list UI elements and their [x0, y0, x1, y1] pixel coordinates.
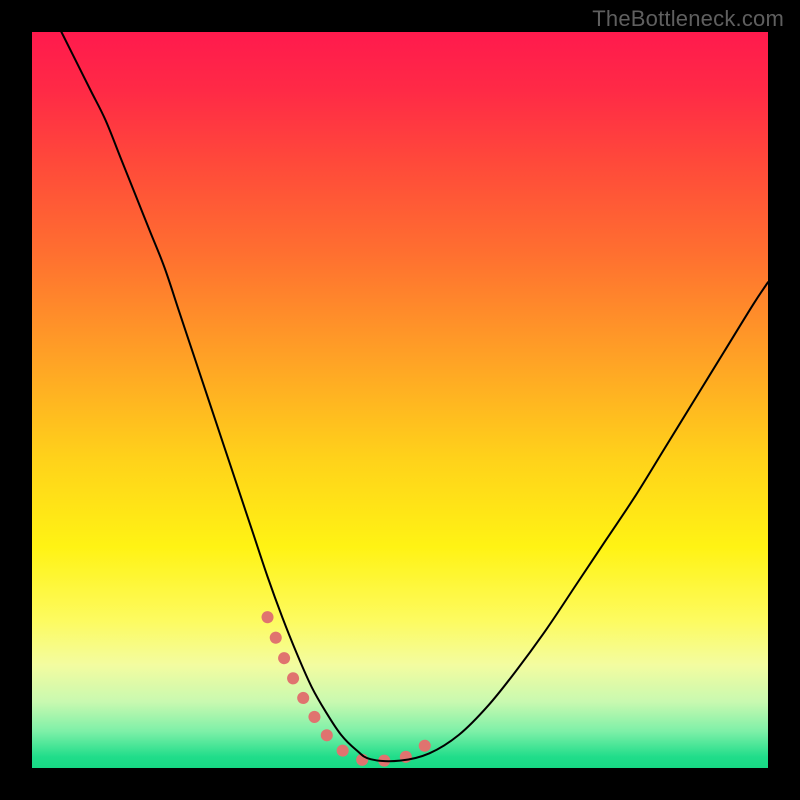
chart-svg [32, 32, 768, 768]
watermark-text: TheBottleneck.com [592, 6, 784, 32]
plot-area [32, 32, 768, 768]
gradient-background [32, 32, 768, 768]
chart-frame: TheBottleneck.com [0, 0, 800, 800]
